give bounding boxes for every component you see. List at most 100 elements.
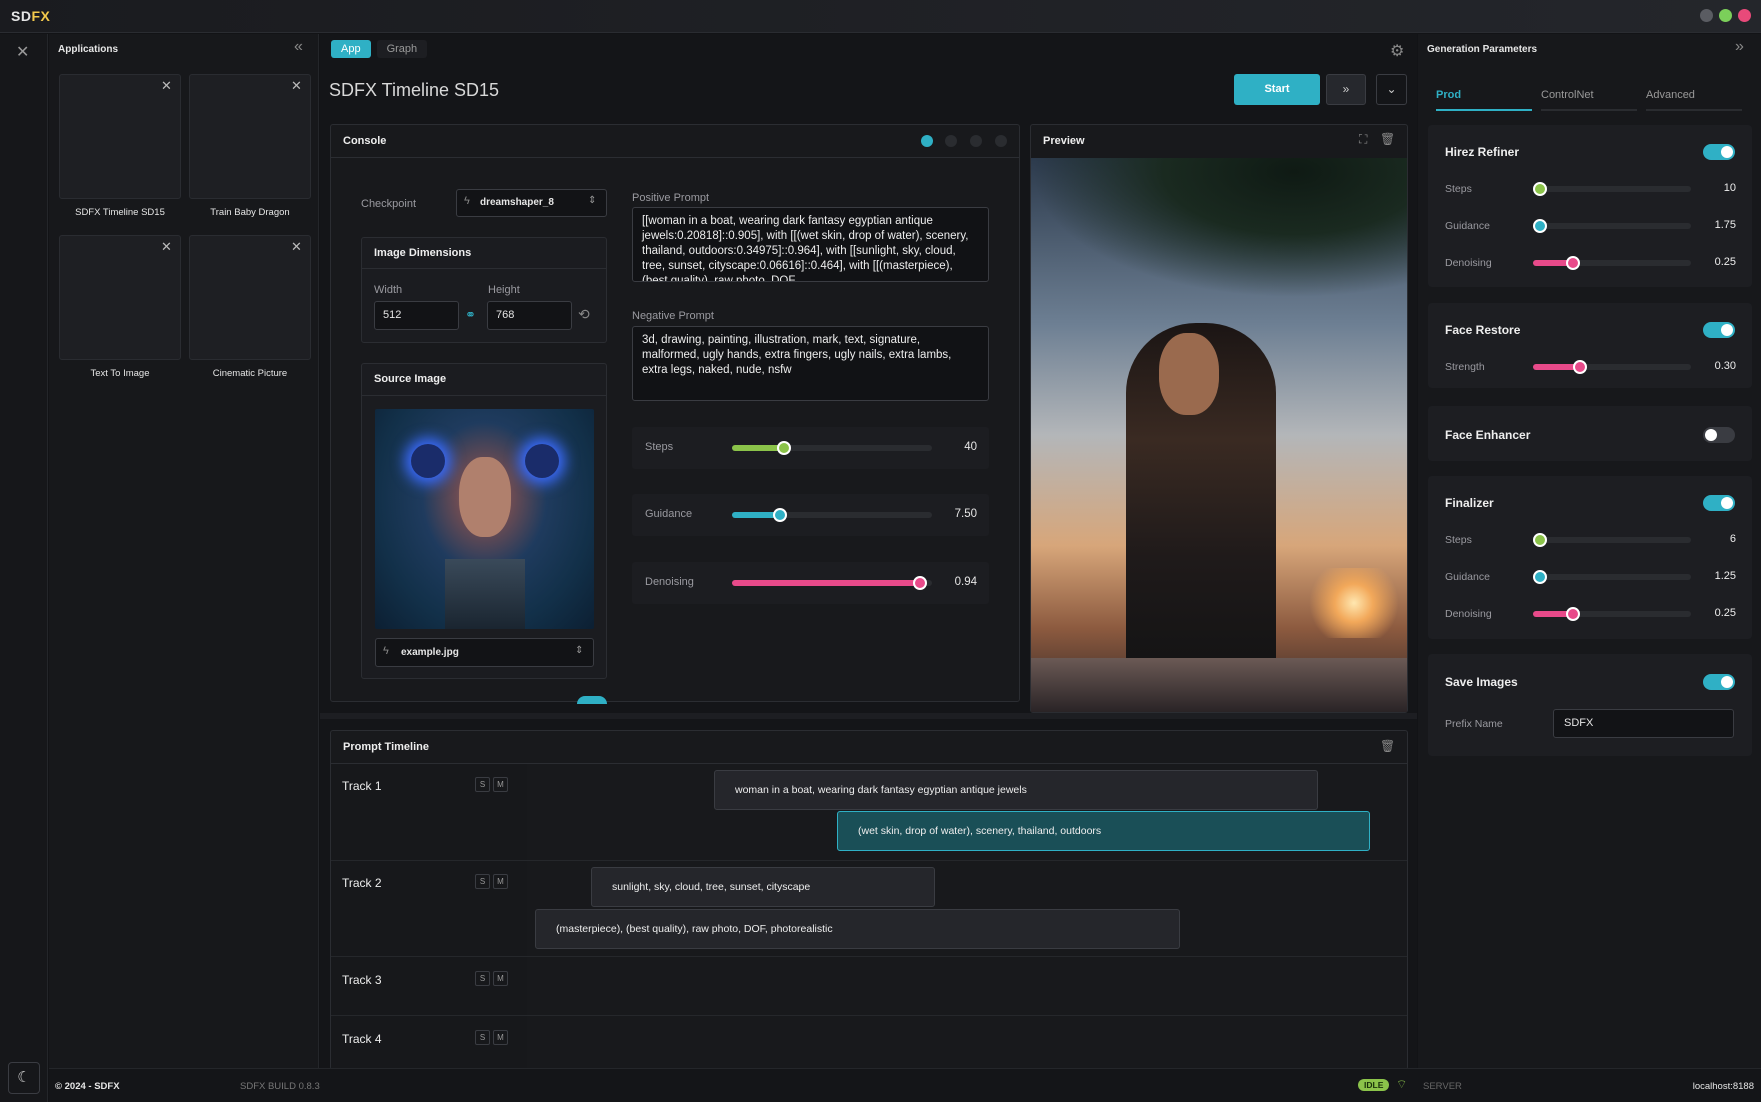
param-value: 0.30 [1714,360,1736,372]
close-icon[interactable]: ✕ [161,78,172,94]
prefix-name-input[interactable]: SDFX [1553,709,1734,738]
collapse-left-icon[interactable]: « [294,38,303,56]
slider-handle[interactable] [913,576,927,590]
foliage-shape [1031,158,1407,298]
face-restore-toggle[interactable] [1703,322,1735,338]
slider-handle[interactable] [773,508,787,522]
negative-prompt-textarea[interactable]: 3d, drawing, painting, illustration, mar… [632,326,989,401]
source-image-thumbnail[interactable] [375,409,594,629]
track-name: Track 1 [342,779,382,793]
param-slider-track[interactable] [1533,256,1691,270]
hirez-refiner-toggle[interactable] [1703,144,1735,160]
close-icon[interactable]: ✕ [16,42,29,62]
param-slider-track[interactable] [1533,182,1691,196]
app-card-label: Text To Image [90,368,150,379]
param-slider-handle[interactable] [1533,570,1547,584]
step-dot[interactable] [995,135,1007,147]
window-maximize-button[interactable] [1719,9,1732,22]
tab-graph[interactable]: Graph [376,40,428,58]
focus-icon[interactable]: ⛶ [1359,132,1367,147]
track-name: Track 4 [342,1032,382,1046]
copyright: © 2024 - SDFX [55,1081,120,1092]
param-label: Strength [1445,361,1485,373]
more-options-button[interactable]: ⌄ [1376,74,1407,105]
checkpoint-label: Checkpoint [361,198,417,210]
track-2-controls: SM [475,873,511,889]
trash-icon[interactable]: 🗑 [1380,132,1395,146]
timeline-clip-selected[interactable]: (wet skin, drop of water), scenery, thai… [837,811,1370,851]
param-slider-handle[interactable] [1533,182,1547,196]
timeline-clip[interactable]: (masterpiece), (best quality), raw photo… [535,909,1180,949]
step-dot[interactable] [970,135,982,147]
solo-button[interactable]: S [475,1030,490,1045]
timeline-clip[interactable]: woman in a boat, wearing dark fantasy eg… [714,770,1318,810]
window-close-button[interactable] [1738,9,1751,22]
height-input[interactable]: 768 [487,301,572,330]
fast-forward-button[interactable]: » [1326,74,1366,105]
checkpoint-select[interactable]: dreamshaper_8 [456,189,607,217]
toggle-knob [1721,146,1733,158]
param-label: Steps [1445,534,1472,546]
save-images-toggle[interactable] [1703,674,1735,690]
toggle-knob [1721,676,1733,688]
param-slider-track[interactable] [1533,219,1691,233]
moon-icon[interactable]: ☾ [8,1062,40,1094]
track-headers [331,764,527,1069]
toggle-knob [1721,497,1733,509]
generation-parameters-title: Generation Parameters [1427,44,1538,55]
param-slider-track[interactable] [1533,533,1691,547]
timeline-clip[interactable]: sunlight, sky, cloud, tree, sunset, city… [591,867,935,907]
tab-controlnet[interactable]: ControlNet [1541,89,1637,111]
tab-prod[interactable]: Prod [1436,89,1532,111]
trash-icon[interactable]: 🗑 [1380,739,1395,753]
link-icon[interactable]: ⚭ [465,307,476,323]
step-dot-active[interactable] [921,135,933,147]
param-slider-handle[interactable] [1533,533,1547,547]
close-icon[interactable]: ✕ [161,239,172,255]
close-icon[interactable]: ✕ [291,239,302,255]
slider-handle[interactable] [777,441,791,455]
gear-icon[interactable]: ⚙ [1390,41,1404,61]
param-slider-handle[interactable] [1565,607,1580,621]
start-button[interactable]: Start [1234,74,1320,105]
mute-button[interactable]: M [493,777,508,792]
solo-button[interactable]: S [475,777,490,792]
finalizer-toggle[interactable] [1703,495,1735,511]
slider-track[interactable] [732,576,932,590]
mute-button[interactable]: M [493,971,508,986]
chevron-updown-icon: ⇕ [588,195,597,206]
collapse-right-icon[interactable]: » [1735,38,1744,56]
preview-image[interactable] [1031,158,1407,712]
toggle-partial[interactable] [577,696,607,704]
slider-track[interactable] [732,508,932,522]
param-slider-handle[interactable] [1565,256,1580,270]
face-enhancer-toggle[interactable] [1703,427,1735,443]
step-dot[interactable] [945,135,957,147]
close-icon[interactable]: ✕ [291,78,302,94]
mute-button[interactable]: M [493,874,508,889]
param-slider-track[interactable] [1533,607,1691,621]
divider [331,956,1407,957]
slider-track[interactable] [732,441,932,455]
param-slider-handle[interactable] [1533,219,1547,233]
status-badge: IDLE [1358,1079,1390,1091]
source-file-select[interactable]: example.jpg [375,638,594,667]
param-slider-track[interactable] [1533,360,1691,374]
swap-icon[interactable]: ⟲ [578,306,590,323]
tab-advanced[interactable]: Advanced [1646,89,1742,111]
positive-prompt-textarea[interactable]: [[woman in a boat, wearing dark fantasy … [632,207,989,282]
title-bar: SDFX [0,0,1761,33]
negative-prompt-label: Negative Prompt [632,310,714,322]
mute-button[interactable]: M [493,1030,508,1045]
solo-button[interactable]: S [475,971,490,986]
param-slider-track[interactable] [1533,570,1691,584]
divider [331,860,1407,861]
solo-button[interactable]: S [475,874,490,889]
face-restore-title: Face Restore [1445,323,1521,337]
window-minimize-button[interactable] [1700,9,1713,22]
source-file-value: example.jpg [401,647,459,658]
tab-app[interactable]: App [331,40,371,58]
divider [331,157,1019,158]
width-input[interactable]: 512 [374,301,459,330]
splitter[interactable] [320,713,1417,719]
